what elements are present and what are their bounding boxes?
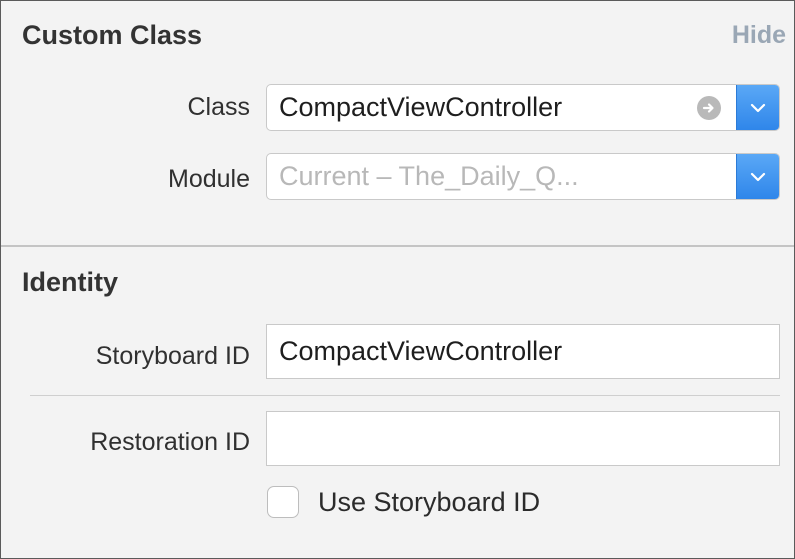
restoration-id-label: Restoration ID	[90, 428, 250, 456]
section-divider	[1, 245, 794, 247]
storyboard-id-label: Storyboard ID	[95, 342, 250, 370]
chevron-down-icon	[750, 103, 766, 112]
module-label: Module	[168, 165, 250, 193]
module-combo-box[interactable]: Current – The_Daily_Q...	[266, 153, 780, 200]
use-storyboard-id-label[interactable]: Use Storyboard ID	[318, 487, 540, 518]
hide-button[interactable]: Hide	[732, 21, 786, 50]
custom-class-section-title: Custom Class	[22, 20, 203, 50]
class-value: CompactViewController	[279, 92, 563, 122]
class-combo-box[interactable]: CompactViewController	[266, 84, 780, 131]
use-storyboard-id-checkbox[interactable]	[267, 486, 299, 518]
module-placeholder: Current – The_Daily_Q...	[279, 161, 579, 191]
class-dropdown-button[interactable]	[736, 85, 779, 130]
class-label: Class	[187, 93, 250, 121]
module-dropdown-button[interactable]	[736, 154, 779, 199]
storyboard-id-field[interactable]: CompactViewController	[266, 324, 780, 379]
identity-inspector-panel: Custom Class Hide Class CompactViewContr…	[0, 0, 795, 559]
go-to-arrow-icon[interactable]	[697, 96, 721, 120]
storyboard-id-value: CompactViewController	[279, 336, 563, 366]
chevron-down-icon	[750, 172, 766, 181]
field-divider	[30, 395, 780, 396]
identity-section-title: Identity	[22, 267, 119, 297]
restoration-id-field[interactable]	[266, 411, 780, 466]
